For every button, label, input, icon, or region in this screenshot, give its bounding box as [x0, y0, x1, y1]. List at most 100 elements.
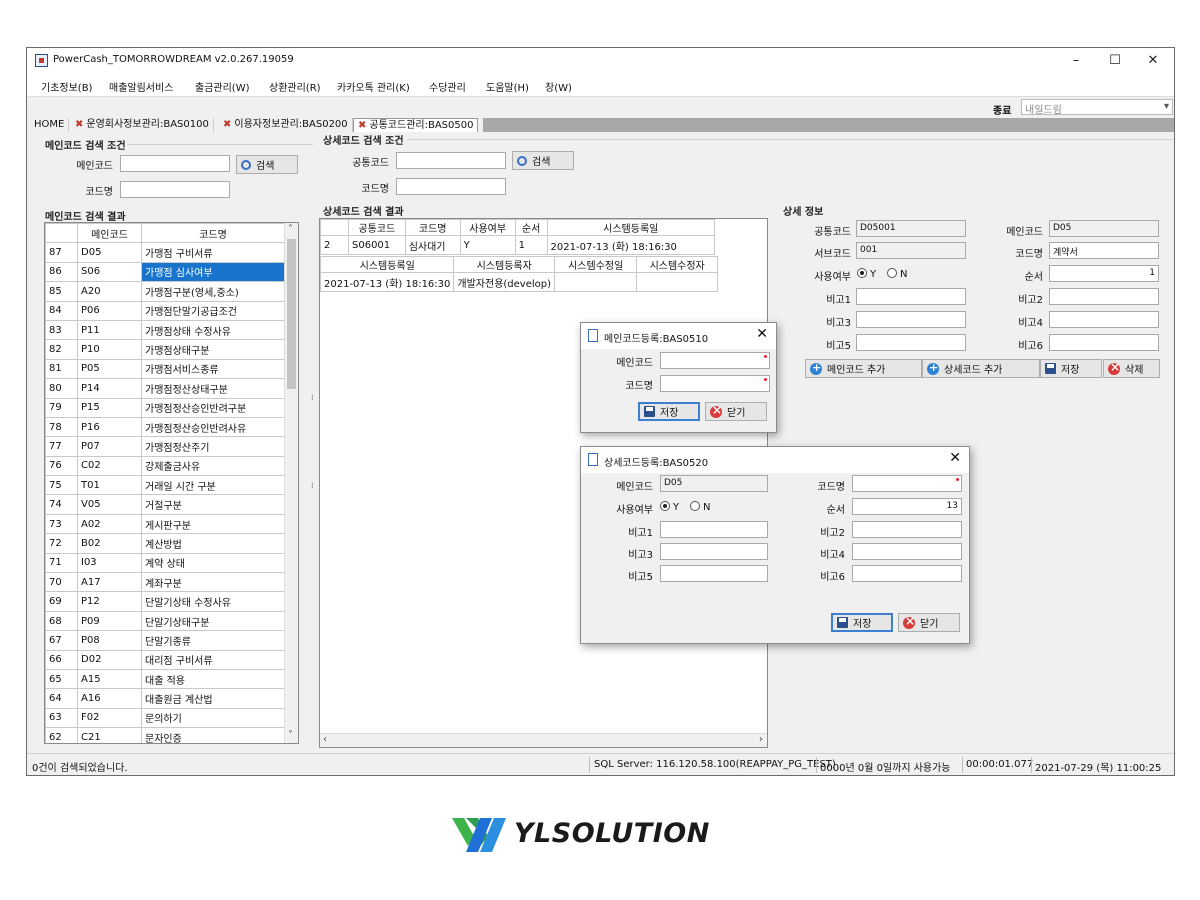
code-name-cell[interactable]: 문의하기: [141, 707, 285, 729]
add-main-code-button[interactable]: 메인코드 추가: [805, 359, 922, 378]
splitter-handle[interactable]: ⁞: [311, 481, 314, 490]
code-name-cell[interactable]: 가맹점정산승인반려구분: [141, 397, 285, 418]
table-row[interactable]: 81 P05 가맹점서비스종류: [45, 358, 285, 380]
main-code-cell[interactable]: V05: [77, 494, 142, 515]
code-name-cell[interactable]: 게시판구분: [141, 513, 285, 535]
main-code-cell[interactable]: S06: [77, 261, 142, 283]
dialog-note1-input[interactable]: [660, 521, 768, 538]
code-name-cell[interactable]: 단말기종류: [141, 630, 285, 651]
table-cell[interactable]: 1: [514, 234, 548, 256]
column-header[interactable]: 공통코드: [348, 219, 406, 236]
menu-window[interactable]: 창(W): [545, 79, 572, 94]
code-name-cell[interactable]: 가맹점 심사여부: [141, 261, 285, 283]
row-number-cell[interactable]: 72: [45, 533, 78, 554]
code-name-cell[interactable]: 가맹점단말기공급조건: [141, 300, 285, 321]
main-code-cell[interactable]: A02: [77, 513, 142, 535]
table-row[interactable]: 65 A15 대출 적용: [45, 668, 285, 690]
column-header[interactable]: 시스템등록일: [320, 256, 455, 273]
note4-field[interactable]: [1049, 311, 1159, 328]
menu-sales-alert[interactable]: 매출알림서비스: [109, 79, 173, 94]
dialog-note6-input[interactable]: [852, 565, 962, 582]
dialog-order-input[interactable]: 13: [852, 498, 962, 515]
row-number-cell[interactable]: 78: [45, 416, 78, 438]
company-combo[interactable]: 내일드림 ▾: [1021, 99, 1173, 116]
detail-common-code-field[interactable]: D05001: [856, 220, 966, 237]
code-name-cell[interactable]: 단말기상태구분: [141, 610, 285, 632]
delete-button[interactable]: 삭제: [1103, 359, 1160, 378]
table-row[interactable]: 62 C21 문자인증: [45, 727, 285, 743]
table-row[interactable]: 66 D02 대리점 구비서류: [45, 649, 285, 670]
add-detail-code-button[interactable]: 상세코드 추가: [922, 359, 1040, 378]
main-code-cell[interactable]: I03: [77, 552, 142, 574]
row-number-cell[interactable]: 63: [45, 707, 78, 729]
dialog-note2-input[interactable]: [852, 521, 962, 538]
row-number-cell[interactable]: 67: [45, 630, 78, 651]
main-code-cell[interactable]: D05: [77, 242, 142, 263]
close-icon[interactable]: ✖: [358, 120, 366, 131]
row-number-cell[interactable]: 74: [45, 494, 78, 515]
horizontal-scrollbar[interactable]: ‹ ›: [320, 733, 767, 747]
code-name-cell[interactable]: 가맹점서비스종류: [141, 358, 285, 380]
main-code-cell[interactable]: P14: [77, 378, 142, 399]
dialog-use-yes-radio[interactable]: Y: [660, 501, 679, 513]
code-name-cell[interactable]: 가맹점상태구분: [141, 339, 285, 360]
main-code-cell[interactable]: P07: [77, 436, 142, 457]
table-row[interactable]: 68 P09 단말기상태구분: [45, 610, 285, 632]
row-number-cell[interactable]: 87: [45, 242, 78, 263]
scroll-thumb[interactable]: [287, 239, 296, 389]
table-row[interactable]: 79 P15 가맹점정산승인반려구분: [45, 397, 285, 418]
code-name-search-input[interactable]: [120, 181, 230, 198]
main-code-search-input[interactable]: [120, 155, 230, 172]
table-row[interactable]: 76 C02 강제출금사유: [45, 455, 285, 477]
table-cell[interactable]: 2021-07-13 (화) 18:16:30: [546, 234, 716, 256]
table-row[interactable]: 83 P11 가맹점상태 수정사유: [45, 319, 285, 341]
table-row[interactable]: 87 D05 가맹점 구비서류: [45, 242, 285, 263]
column-header[interactable]: 사용여부: [459, 219, 516, 236]
dialog-save-button[interactable]: 저장: [638, 402, 700, 421]
note3-field[interactable]: [856, 311, 966, 328]
note5-field[interactable]: [856, 334, 966, 351]
code-name-cell[interactable]: 대리점 구비서류: [141, 649, 285, 670]
row-number-cell[interactable]: 81: [45, 358, 78, 380]
dialog-close-button[interactable]: 닫기: [898, 613, 960, 632]
row-number-cell[interactable]: 69: [45, 591, 78, 612]
table-row[interactable]: 2 S06001 심사대기 Y 1 2021-07-13 (화) 18:16:3…: [320, 234, 716, 256]
dialog-note5-input[interactable]: [660, 565, 768, 582]
main-code-cell[interactable]: P11: [77, 319, 142, 341]
dialog-close-button[interactable]: 닫기: [705, 402, 767, 421]
code-name-cell[interactable]: 계산방법: [141, 533, 285, 554]
main-code-cell[interactable]: P16: [77, 416, 142, 438]
dialog-note3-input[interactable]: [660, 543, 768, 560]
minimize-button[interactable]: –: [1063, 51, 1089, 71]
row-number-cell[interactable]: 64: [45, 688, 78, 709]
dialog-main-code-input[interactable]: [660, 352, 770, 369]
column-header[interactable]: 순서: [514, 219, 548, 236]
row-number-cell[interactable]: 84: [45, 300, 78, 321]
table-cell[interactable]: Y: [459, 234, 516, 256]
main-code-cell[interactable]: P08: [77, 630, 142, 651]
row-number-cell[interactable]: 66: [45, 649, 78, 670]
code-name-cell[interactable]: 강제출금사유: [141, 455, 285, 477]
code-name-cell[interactable]: 거절구분: [141, 494, 285, 515]
main-code-cell[interactable]: A20: [77, 281, 142, 302]
scroll-up-icon[interactable]: ˄: [288, 224, 293, 235]
main-code-cell[interactable]: B02: [77, 533, 142, 554]
table-row[interactable]: 67 P08 단말기종류: [45, 630, 285, 651]
table-row[interactable]: 84 P06 가맹점단말기공급조건: [45, 300, 285, 321]
tab-bas0200[interactable]: ✖ 이용자정보관리:BAS0200: [219, 118, 353, 132]
note6-field[interactable]: [1049, 334, 1159, 351]
code-name-cell[interactable]: 가맹점상태 수정사유: [141, 319, 285, 341]
main-code-cell[interactable]: P12: [77, 591, 142, 612]
table-cell[interactable]: 심사대기: [404, 234, 461, 256]
dialog-note4-input[interactable]: [852, 543, 962, 560]
code-name-cell[interactable]: 가맹점정산상태구분: [141, 378, 285, 399]
main-code-cell[interactable]: A17: [77, 572, 142, 593]
detail-code-name-search-input[interactable]: [396, 178, 506, 195]
row-number-cell[interactable]: 83: [45, 319, 78, 341]
code-name-cell[interactable]: 계약 상태: [141, 552, 285, 574]
table-cell[interactable]: [554, 271, 638, 293]
code-name-cell[interactable]: 가맹점정산주기: [141, 436, 285, 457]
dialog-save-button[interactable]: 저장: [831, 613, 893, 632]
main-code-cell[interactable]: P05: [77, 358, 142, 380]
scroll-down-icon[interactable]: ˅: [288, 730, 293, 741]
